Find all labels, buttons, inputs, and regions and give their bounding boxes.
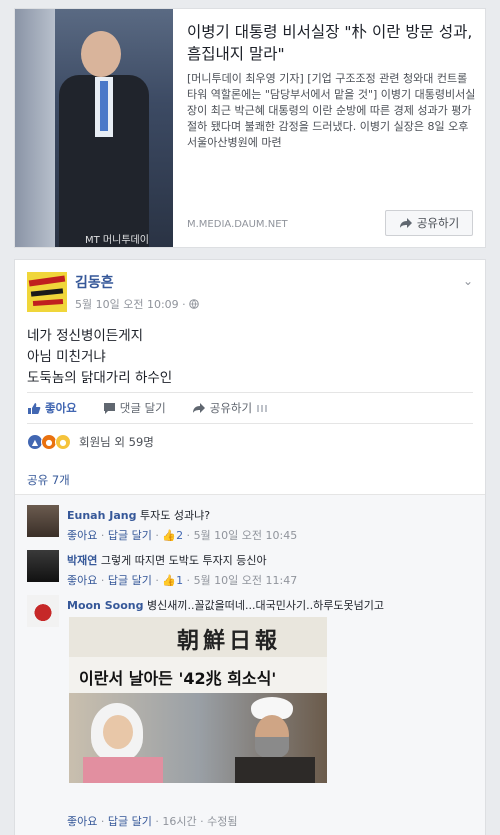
like-button[interactable]: 좋아요 [27,400,77,416]
comment-reply-link[interactable]: 답글 달기 [108,574,152,587]
image-tie [100,81,108,131]
comment-reply-link[interactable]: 답글 달기 [108,529,152,542]
comment-text: 그렇게 따지면 도박도 투자지 등신아 [100,554,267,567]
comment-edited-label[interactable]: 수정됨 [207,815,237,828]
thumbs-up-icon: 👍 [162,574,177,587]
post-text-line: 네가 정신병이든게지 [27,328,144,344]
avatar-stroke [32,298,64,307]
comment-body: Moon Soong 병신새끼..꼴값을떠네...대국민사기..하루도못넘기고 [67,597,384,613]
reactions-summary[interactable]: ▲ ● ● 회원님 외 59명 [27,434,154,450]
image-figure-head [81,31,121,77]
comment-text: 투자도 성과냐? [139,509,211,522]
comment-body: Eunah Jang 투자도 성과냐? [67,507,210,523]
globe-icon [189,299,199,309]
comment-attached-image[interactable]: 朝鮮日報 이란서 날아든 '42兆 희소식' [69,617,327,783]
commenter-name[interactable]: Moon Soong [67,599,143,612]
link-preview-description: [머니투데이 최우영 기자] [기업 구조조정 관련 청와대 컨트롤타워 역할론… [187,72,476,149]
post-timestamp[interactable]: 5월 10일 오전 10:09 · [75,296,199,312]
reactions-count: 회원님 외 59명 [79,435,154,449]
comment-label: 댓글 달기 [119,401,166,415]
comment-meta: 좋아요 · 답글 달기 · 16시간 · 수정됨 [67,815,238,828]
share-post-button[interactable]: 공유하기 [192,400,268,416]
author-avatar[interactable] [27,272,67,312]
commenter-name[interactable]: Eunah Jang [67,509,136,522]
comment-time[interactable]: 5월 10일 오전 11:47 [194,574,298,587]
share-arrow-icon [399,218,412,228]
post-timestamp-text: 5월 10일 오전 10:09 · [75,298,190,311]
shares-count[interactable]: 공유 7개 [27,472,70,488]
post-text-line: 도둑놈의 닭대가리 하수인 [27,370,173,386]
link-preview-card[interactable]: MT 머니투데이 이병기 대통령 비서실장 "朴 이란 방문 성과, 흠집내지 … [14,8,486,248]
share-button[interactable]: 공유하기 [385,210,473,236]
comment-like-count-value: 1 [176,574,184,587]
haha-reaction-icon: ● [55,434,71,450]
commenter-avatar[interactable] [27,505,59,537]
comment-like-count[interactable]: 👍1 [162,574,183,587]
post-text-line: 아님 미친거냐 [27,349,106,365]
link-preview-title[interactable]: 이병기 대통령 비서실장 "朴 이란 방문 성과, 흠집내지 말라" [187,21,477,65]
photo-person-beard [255,737,289,759]
post-card: 김동흔 5월 10일 오전 10:09 · ⌄ 네가 정신병이든게지 아님 미친… [14,259,486,835]
more-options-icon[interactable] [256,403,268,413]
comment-body: 박재연 그렇게 따지면 도박도 투자지 등신아 [67,552,267,568]
comment-like-link[interactable]: 좋아요 [67,815,97,828]
link-preview-domain: M.MEDIA.DAUM.NET [187,219,288,230]
image-watermark: MT 머니투데이 [85,235,149,246]
comments-section: Eunah Jang 투자도 성과냐? 좋아요 · 답글 달기 · 👍2 · 5… [15,494,485,835]
avatar-stroke [28,275,66,287]
commenter-name[interactable]: 박재연 [67,554,97,567]
comment-like-count[interactable]: 👍2 [162,529,183,542]
comment-time[interactable]: 5월 10일 오전 10:45 [194,529,298,542]
post-action-bar: 좋아요 댓글 달기 공유하기 [27,392,473,424]
comment-like-count-value: 2 [176,529,184,542]
comment-time[interactable]: 16시간 [162,815,196,828]
newspaper-headline: 이란서 날아든 '42兆 희소식' [79,669,277,688]
photo-person-clothing [83,757,163,783]
commenter-avatar[interactable] [27,595,59,627]
comment-meta: 좋아요 · 답글 달기 · 👍1 · 5월 10일 오전 11:47 [67,574,298,587]
comment-icon [103,402,115,414]
comment-like-link[interactable]: 좋아요 [67,574,97,587]
chevron-down-icon[interactable]: ⌄ [463,274,473,288]
thumbs-up-icon: 👍 [162,529,177,542]
newspaper-masthead: 朝鮮日報 [177,628,282,654]
link-preview-image[interactable]: MT 머니투데이 [15,9,173,247]
commenter-avatar[interactable] [27,550,59,582]
photo-person-robe [235,757,315,783]
author-name[interactable]: 김동흔 [75,272,114,292]
comment-reply-link[interactable]: 답글 달기 [108,815,152,828]
comment-like-link[interactable]: 좋아요 [67,529,97,542]
share-post-label: 공유하기 [209,401,253,415]
comment-text: 병신새끼..꼴값을떠네...대국민사기..하루도못넘기고 [146,599,384,612]
thumbs-up-icon [28,402,41,414]
share-button-label: 공유하기 [416,216,460,230]
like-label: 좋아요 [45,401,77,415]
comment-button[interactable]: 댓글 달기 [103,400,166,416]
avatar-stroke [30,288,64,297]
photo-person-face [103,715,133,749]
share-arrow-icon [192,403,205,413]
comment-meta: 좋아요 · 답글 달기 · 👍2 · 5월 10일 오전 10:45 [67,529,298,542]
image-door [15,9,55,247]
